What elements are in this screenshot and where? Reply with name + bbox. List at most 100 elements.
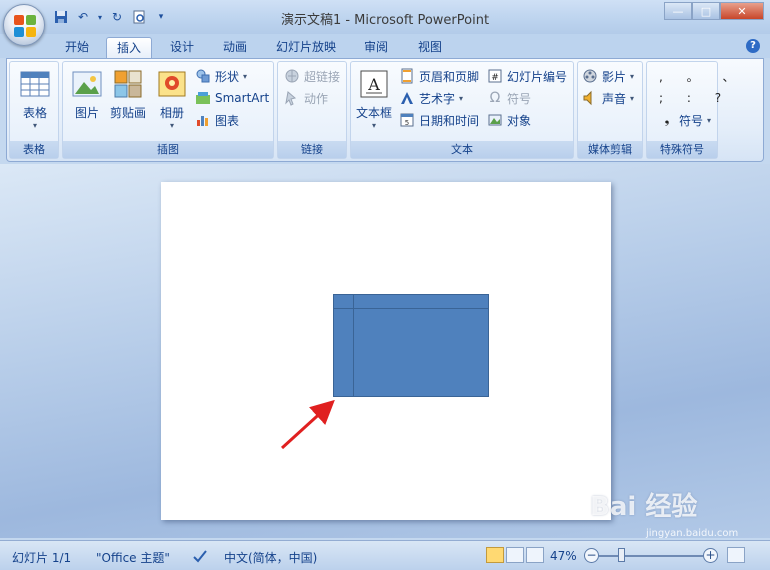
- bullet-icon: ❟: [664, 112, 670, 126]
- smartart-button[interactable]: SmartArt: [195, 88, 269, 108]
- picture-icon: [71, 68, 103, 100]
- group-media: 影片 ▾ 声音 ▾ 媒体剪辑: [577, 61, 643, 159]
- hyperlink-icon: [285, 69, 299, 83]
- slide-number-icon: #: [488, 69, 502, 83]
- table-button[interactable]: 表格 ▾: [17, 68, 53, 130]
- shapes-button[interactable]: 形状 ▾: [195, 66, 247, 86]
- symbol-button[interactable]: Ω 符号: [487, 88, 531, 108]
- album-dropdown-icon: ▾: [169, 121, 174, 130]
- baidu-watermark-url: jingyan.baidu.com: [646, 528, 739, 539]
- shapes-icon: [196, 69, 210, 83]
- zoom-in-button[interactable]: +: [703, 548, 718, 563]
- zoom-slider-handle[interactable]: [618, 548, 625, 562]
- maximize-button[interactable]: □: [692, 2, 720, 20]
- movie-dropdown-icon: ▾: [630, 71, 635, 81]
- special-symbols-row2[interactable]: ; : ?: [659, 88, 731, 108]
- photo-album-icon: [156, 68, 188, 100]
- clipart-icon: [112, 68, 144, 100]
- slide-workspace: [0, 164, 770, 538]
- group-illustrations: 图片 剪贴画 相册 ▾ 形状 ▾ SmartArt 图表 插图: [62, 61, 274, 159]
- zoom-level[interactable]: 47%: [550, 549, 577, 563]
- object-button[interactable]: 对象: [487, 110, 531, 130]
- svg-text:#: #: [491, 73, 499, 83]
- group-label-special-symbols: 特殊符号: [647, 141, 717, 158]
- baidu-watermark: Bai 经验: [590, 492, 698, 522]
- speaker-icon: [583, 90, 592, 106]
- group-label-media: 媒体剪辑: [578, 141, 642, 158]
- spellcheck-icon[interactable]: [192, 549, 208, 566]
- chart-icon: [197, 116, 208, 126]
- slide-sorter-view-button[interactable]: [506, 547, 524, 563]
- sound-dropdown-icon: ▾: [630, 93, 635, 103]
- tab-slideshow[interactable]: 幻灯片放映: [266, 37, 346, 58]
- ribbon-tabs: 开始 插入 设计 动画 幻灯片放映 审阅 视图 ?: [0, 34, 770, 58]
- group-label-table: 表格: [10, 141, 58, 158]
- datetime-button[interactable]: 5 日期和时间: [399, 110, 479, 130]
- textbox-icon: A: [358, 68, 390, 100]
- album-button[interactable]: 相册 ▾: [155, 68, 189, 130]
- inserted-table[interactable]: [333, 294, 489, 397]
- film-reel-icon: [583, 69, 597, 83]
- theme-name[interactable]: "Office 主题": [96, 549, 170, 566]
- group-table: 表格 ▾ 表格: [9, 61, 59, 159]
- fit-to-window-button[interactable]: [727, 547, 745, 563]
- group-special-symbols: , 。 、 ; : ? ❟ 符号 ▾ 特殊符号: [646, 61, 734, 159]
- slideshow-view-button[interactable]: [526, 547, 544, 563]
- chart-button[interactable]: 图表: [195, 110, 239, 130]
- close-button[interactable]: ✕: [720, 2, 764, 20]
- movie-button[interactable]: 影片 ▾: [582, 66, 634, 86]
- undo-icon[interactable]: ↶: [74, 8, 92, 26]
- ribbon: 表格 ▾ 表格 图片 剪贴画 相册 ▾ 形状 ▾ SmartArt 图表 插图 …: [6, 58, 764, 162]
- wordart-icon: [401, 92, 413, 104]
- action-icon: [285, 91, 297, 106]
- sound-button[interactable]: 声音 ▾: [582, 88, 634, 108]
- action-button[interactable]: 动作: [284, 88, 328, 108]
- slide-number-button[interactable]: # 幻灯片编号: [487, 66, 567, 86]
- picture-button[interactable]: 图片: [69, 68, 105, 121]
- tab-animation[interactable]: 动画: [213, 37, 257, 58]
- red-arrow-annotation: [280, 399, 335, 450]
- group-label-illustrations: 插图: [63, 141, 273, 158]
- help-icon[interactable]: ?: [746, 39, 760, 53]
- svg-text:A: A: [367, 75, 380, 94]
- table-row-divider: [334, 308, 488, 309]
- minimize-button[interactable]: —: [664, 2, 692, 20]
- status-bar: 幻灯片 1/1 "Office 主题" 中文(简体，中国) 47% − +: [0, 540, 770, 570]
- table-dropdown-icon: ▾: [32, 121, 37, 130]
- zoom-out-button[interactable]: −: [584, 548, 599, 563]
- omega-icon: Ω: [489, 90, 501, 106]
- language-indicator[interactable]: 中文(简体，中国): [224, 549, 317, 566]
- tab-home[interactable]: 开始: [55, 37, 99, 58]
- slide-canvas[interactable]: [161, 182, 611, 520]
- office-button[interactable]: [3, 4, 45, 46]
- object-icon: [488, 114, 502, 126]
- tab-design[interactable]: 设计: [160, 37, 204, 58]
- smartart-icon: [196, 92, 210, 104]
- zoom-slider-track[interactable]: [599, 555, 703, 557]
- textbox-button[interactable]: A 文本框 ▾: [353, 68, 395, 130]
- calendar-icon: 5: [400, 113, 414, 127]
- hyperlink-button[interactable]: 超链接: [284, 66, 340, 86]
- slide-counter: 幻灯片 1/1: [12, 551, 72, 565]
- clipart-button[interactable]: 剪贴画: [107, 68, 149, 121]
- tab-view[interactable]: 视图: [408, 37, 452, 58]
- quick-access-toolbar: ↶ ▾ ↻ ▾: [52, 8, 170, 26]
- textbox-dropdown-icon: ▾: [371, 121, 376, 130]
- header-footer-button[interactable]: 页眉和页脚: [399, 66, 479, 86]
- group-label-text: 文本: [351, 141, 573, 158]
- redo-icon[interactable]: ↻: [108, 8, 126, 26]
- save-icon[interactable]: [52, 8, 70, 26]
- group-text: A 文本框 ▾ 页眉和页脚 艺术字 ▾ 5 日期和时间 # 幻灯片编号 Ω 符号: [350, 61, 574, 159]
- special-symbol-button[interactable]: ❟ 符号 ▾: [659, 110, 711, 130]
- undo-dropdown-icon[interactable]: ▾: [96, 8, 104, 26]
- wordart-button[interactable]: 艺术字 ▾: [399, 88, 463, 108]
- special-symbol-dropdown-icon: ▾: [707, 115, 712, 125]
- special-symbols-row1[interactable]: , 。 、: [659, 66, 744, 86]
- tab-review[interactable]: 审阅: [354, 37, 398, 58]
- customize-qat-icon[interactable]: ▾: [152, 8, 170, 26]
- normal-view-button[interactable]: [486, 547, 504, 563]
- print-preview-icon[interactable]: [130, 8, 148, 26]
- group-links: 超链接 动作 链接: [277, 61, 347, 159]
- tab-insert[interactable]: 插入: [106, 37, 153, 58]
- office-logo-icon: [14, 15, 36, 37]
